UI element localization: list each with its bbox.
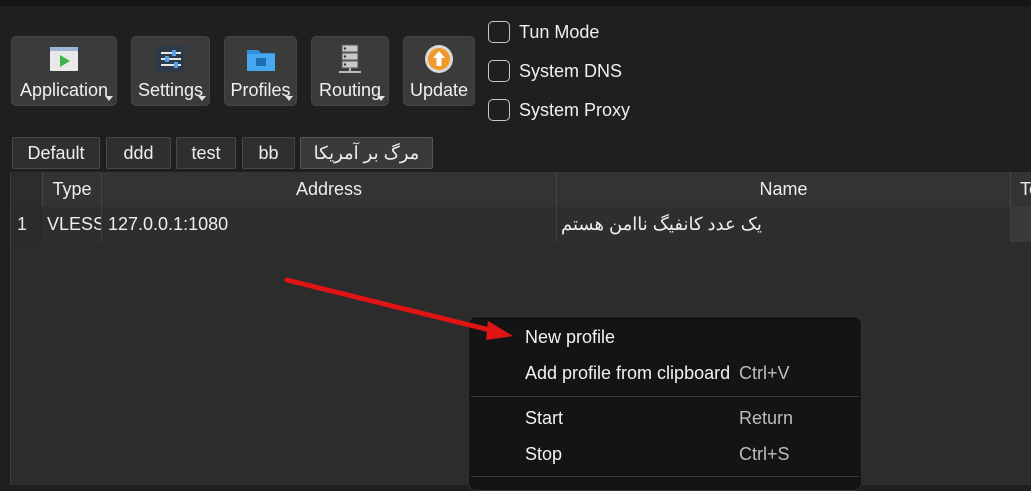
update-label: Update (409, 80, 469, 100)
chevron-down-icon (198, 96, 206, 101)
menu-item-label: New profile (525, 327, 616, 347)
menu-item-label: Stop (525, 444, 563, 464)
row-header-corner (11, 172, 43, 207)
menu-item-new-profile[interactable]: New profile (469, 319, 861, 355)
chevron-down-icon (285, 96, 293, 101)
server-icon (339, 44, 361, 73)
column-header-name[interactable]: Name (557, 172, 1011, 207)
application-label: Application (19, 80, 109, 100)
checkbox-box[interactable] (488, 99, 510, 121)
tab-default[interactable]: Default (12, 137, 100, 169)
menu-item-add-from-clipboard[interactable]: Add profile from clipboard Ctrl+V (469, 355, 861, 391)
profiles-button[interactable]: Profiles (224, 36, 297, 106)
row-index: 1 (11, 207, 42, 242)
application-button[interactable]: Application (11, 36, 117, 106)
context-menu: New profile Add profile from clipboard C… (468, 316, 862, 491)
cell-address[interactable]: 127.0.0.1:1080 (102, 207, 557, 242)
tun-mode-label: Tun Mode (519, 22, 600, 42)
column-header-te[interactable]: Te (1011, 172, 1031, 207)
menu-item-stop[interactable]: Stop Ctrl+S (469, 436, 861, 472)
menu-separator (471, 476, 859, 477)
checkbox-box[interactable] (488, 21, 510, 43)
system-proxy-label: System Proxy (519, 100, 631, 120)
folder-icon (246, 50, 275, 71)
update-button[interactable]: Update (403, 36, 475, 106)
column-header-type[interactable]: Type (43, 172, 102, 207)
application-icon (50, 47, 78, 71)
title-bar-strip (0, 0, 1031, 6)
cell-type[interactable]: VLESS (43, 207, 102, 242)
tab-marg-bar-amrika[interactable]: مرگ بر آمریکا (300, 137, 433, 169)
checkbox-box[interactable] (488, 60, 510, 82)
settings-button[interactable]: Settings (131, 36, 210, 106)
tab-ddd[interactable]: ddd (106, 137, 171, 169)
chevron-down-icon (105, 96, 113, 101)
menu-item-shortcut: Ctrl+V (739, 363, 790, 383)
update-arrow-icon (425, 45, 453, 73)
chevron-down-icon (377, 96, 385, 101)
menu-item-shortcut: Return (739, 408, 794, 428)
tab-bb[interactable]: bb (242, 137, 295, 169)
menu-item-label: Add profile from clipboard (525, 363, 731, 383)
menu-item-start[interactable]: Start Return (469, 400, 861, 436)
column-header-address[interactable]: Address (102, 172, 557, 207)
cell-name[interactable]: یک عدد کانفیگ ناامن هستم (557, 207, 1011, 242)
menu-item-shortcut: Ctrl+S (739, 444, 790, 464)
vertical-scrollbar[interactable] (1011, 207, 1031, 242)
tab-test[interactable]: test (176, 137, 236, 169)
system-dns-label: System DNS (519, 61, 623, 81)
menu-item-label: Start (525, 408, 564, 428)
routing-button[interactable]: Routing (311, 36, 389, 106)
settings-sliders-icon (156, 46, 185, 72)
menu-separator (471, 396, 859, 397)
